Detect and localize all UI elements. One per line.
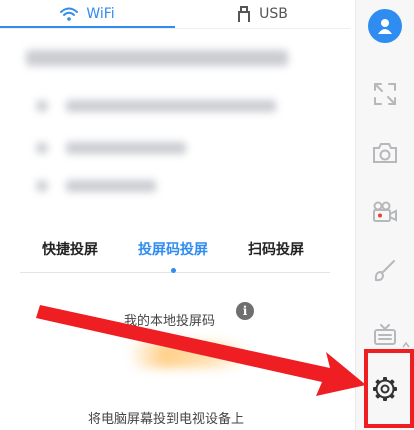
- tab-scan-cast[interactable]: 扫码投屏: [248, 236, 304, 262]
- blurred-row: [66, 100, 276, 112]
- tab-code-cast-label: 投屏码投屏: [138, 242, 208, 258]
- settings-highlight-box: [364, 349, 414, 428]
- wifi-icon: [60, 7, 79, 21]
- blurred-row: [66, 142, 186, 154]
- blurred-row: [66, 180, 156, 192]
- chevron-up-icon[interactable]: [402, 334, 410, 348]
- blurred-row-icon: [36, 100, 48, 112]
- tab-scan-cast-label: 扫码投屏: [248, 242, 304, 258]
- tv-icon[interactable]: [368, 318, 402, 352]
- mode-tabs: 快捷投屏 投屏码投屏 扫码投屏: [20, 236, 330, 262]
- info-icon[interactable]: i: [236, 302, 254, 320]
- video-camera-icon[interactable]: [368, 195, 402, 229]
- connection-tabs: WiFi USB: [0, 0, 350, 28]
- camera-icon[interactable]: [368, 136, 402, 170]
- fullscreen-icon[interactable]: [368, 77, 402, 111]
- brush-icon[interactable]: [368, 254, 402, 288]
- local-code-label: 我的本地投屏码: [124, 314, 216, 329]
- tabs-divider: [0, 28, 350, 29]
- usb-icon: [237, 6, 251, 22]
- avatar-icon[interactable]: [368, 9, 402, 43]
- tab-usb[interactable]: USB: [175, 0, 350, 28]
- blurred-row-icon: [36, 180, 48, 192]
- device-list-blurred: [18, 40, 296, 220]
- active-mode-indicator: [171, 268, 176, 273]
- blurred-row: [26, 50, 288, 66]
- tab-wifi[interactable]: WiFi: [0, 0, 175, 28]
- local-code-value-blurred: [128, 342, 248, 368]
- blurred-row-icon: [36, 142, 48, 154]
- tab-quick-cast[interactable]: 快捷投屏: [42, 236, 98, 262]
- tab-usb-label: USB: [259, 6, 288, 22]
- cast-description: 将电脑屏幕投到电视设备上: [88, 412, 245, 427]
- tab-quick-cast-label: 快捷投屏: [42, 242, 98, 258]
- tab-code-cast[interactable]: 投屏码投屏: [138, 236, 208, 262]
- tab-wifi-label: WiFi: [86, 6, 115, 22]
